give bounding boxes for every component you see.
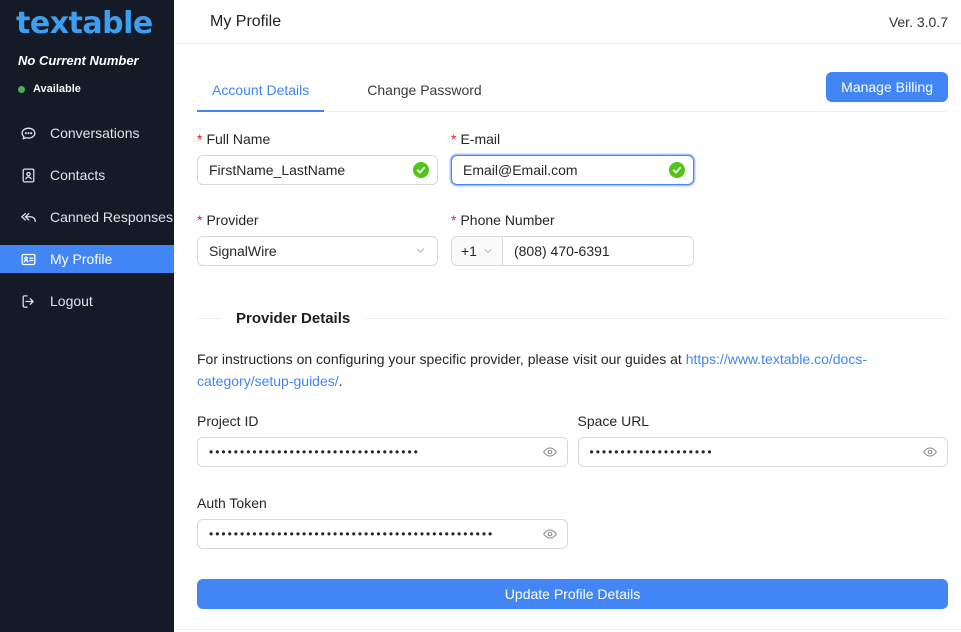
reply-all-icon: [20, 209, 37, 226]
sidebar-item-label: Logout: [50, 293, 93, 309]
required-marker: *: [197, 212, 202, 228]
profile-tabbar: Account Details Change Password Manage B…: [197, 72, 948, 112]
provider-select[interactable]: SignalWire: [197, 236, 438, 266]
sidebar-item-contacts[interactable]: Contacts: [0, 161, 174, 189]
full-name-input[interactable]: [197, 155, 438, 185]
available-dot-icon: [18, 86, 25, 93]
space-url-input[interactable]: [578, 437, 949, 467]
provider-instructions: For instructions on configuring your spe…: [197, 349, 948, 392]
provider-selected-value: SignalWire: [209, 243, 277, 259]
tab-account-details[interactable]: Account Details: [197, 72, 324, 112]
bottom-divider: [174, 629, 961, 630]
chevron-down-icon: [483, 243, 493, 259]
sidebar-item-label: Contacts: [50, 167, 105, 183]
project-id-input-wrap: [197, 437, 568, 467]
space-url-field-group: Space URL: [578, 413, 949, 467]
current-number-status: No Current Number: [0, 41, 174, 68]
required-marker: *: [197, 131, 202, 147]
auth-token-input[interactable]: [197, 519, 568, 549]
full-name-field-group: *Full Name: [197, 131, 438, 185]
phone-field-group: *Phone Number +1: [451, 212, 694, 266]
sidebar-item-canned-responses[interactable]: Canned Responses: [0, 203, 174, 231]
country-code-value: +1: [461, 243, 477, 259]
space-url-label: Space URL: [578, 413, 949, 429]
manage-billing-button[interactable]: Manage Billing: [826, 72, 948, 102]
page-title: My Profile: [210, 13, 281, 31]
eye-icon[interactable]: [922, 444, 938, 460]
availability-label: Available: [33, 83, 81, 95]
provider-field-group: *Provider SignalWire: [197, 212, 438, 266]
address-book-icon: [20, 167, 37, 184]
page-header: My Profile Ver. 3.0.7: [174, 0, 961, 44]
valid-check-icon: [669, 162, 685, 178]
valid-check-icon: [413, 162, 429, 178]
space-url-input-wrap: [578, 437, 949, 467]
full-name-label: *Full Name: [197, 131, 438, 147]
email-input-wrap: [451, 155, 694, 185]
phone-label: *Phone Number: [451, 212, 694, 228]
project-id-label: Project ID: [197, 413, 568, 429]
required-marker: *: [451, 131, 456, 147]
provider-credentials-form: Project ID Space URL: [197, 413, 948, 549]
empty-cell: [578, 495, 949, 549]
instructions-text: For instructions on configuring your spe…: [197, 351, 686, 367]
profile-content: Account Details Change Password Manage B…: [174, 44, 961, 630]
instructions-suffix: .: [339, 373, 343, 389]
email-input[interactable]: [451, 155, 694, 185]
sidebar-item-label: Conversations: [50, 125, 140, 141]
phone-input-group: +1: [451, 236, 694, 266]
eye-icon[interactable]: [542, 526, 558, 542]
sidebar-nav: Conversations Contacts: [0, 119, 174, 315]
tab-change-password[interactable]: Change Password: [352, 72, 496, 112]
email-field-group: *E-mail: [451, 131, 694, 185]
required-marker: *: [451, 212, 456, 228]
sidebar-item-conversations[interactable]: Conversations: [0, 119, 174, 147]
provider-details-title: Provider Details: [222, 310, 364, 327]
full-name-input-wrap: [197, 155, 438, 185]
id-card-icon: [20, 251, 37, 268]
sidebar-item-label: Canned Responses: [50, 209, 173, 225]
auth-token-label: Auth Token: [197, 495, 568, 511]
country-code-select[interactable]: +1: [452, 237, 503, 265]
update-profile-button[interactable]: Update Profile Details: [197, 579, 948, 609]
sidebar-item-label: My Profile: [50, 251, 112, 267]
email-label: *E-mail: [451, 131, 694, 147]
sidebar-item-logout[interactable]: Logout: [0, 287, 174, 315]
textable-logo: textable: [0, 0, 174, 41]
sidebar: textable No Current Number Available Con…: [0, 0, 174, 632]
logout-icon: [20, 293, 37, 310]
sidebar-item-my-profile[interactable]: My Profile: [0, 245, 174, 273]
version-label: Ver. 3.0.7: [889, 14, 948, 30]
app-window: textable No Current Number Available Con…: [0, 0, 961, 632]
auth-token-field-group: Auth Token: [197, 495, 568, 549]
provider-label: *Provider: [197, 212, 438, 228]
project-id-input[interactable]: [197, 437, 568, 467]
project-id-field-group: Project ID: [197, 413, 568, 467]
eye-icon[interactable]: [542, 444, 558, 460]
auth-token-input-wrap: [197, 519, 568, 549]
phone-number-input[interactable]: [503, 237, 693, 265]
provider-details-divider: Provider Details: [197, 310, 948, 327]
availability-status: Available: [0, 68, 174, 95]
chevron-down-icon: [415, 243, 426, 259]
account-form: *Full Name *E-mail: [197, 131, 948, 266]
main-area: My Profile Ver. 3.0.7 Account Details Ch…: [174, 0, 961, 632]
chat-bubble-icon: [20, 125, 37, 142]
